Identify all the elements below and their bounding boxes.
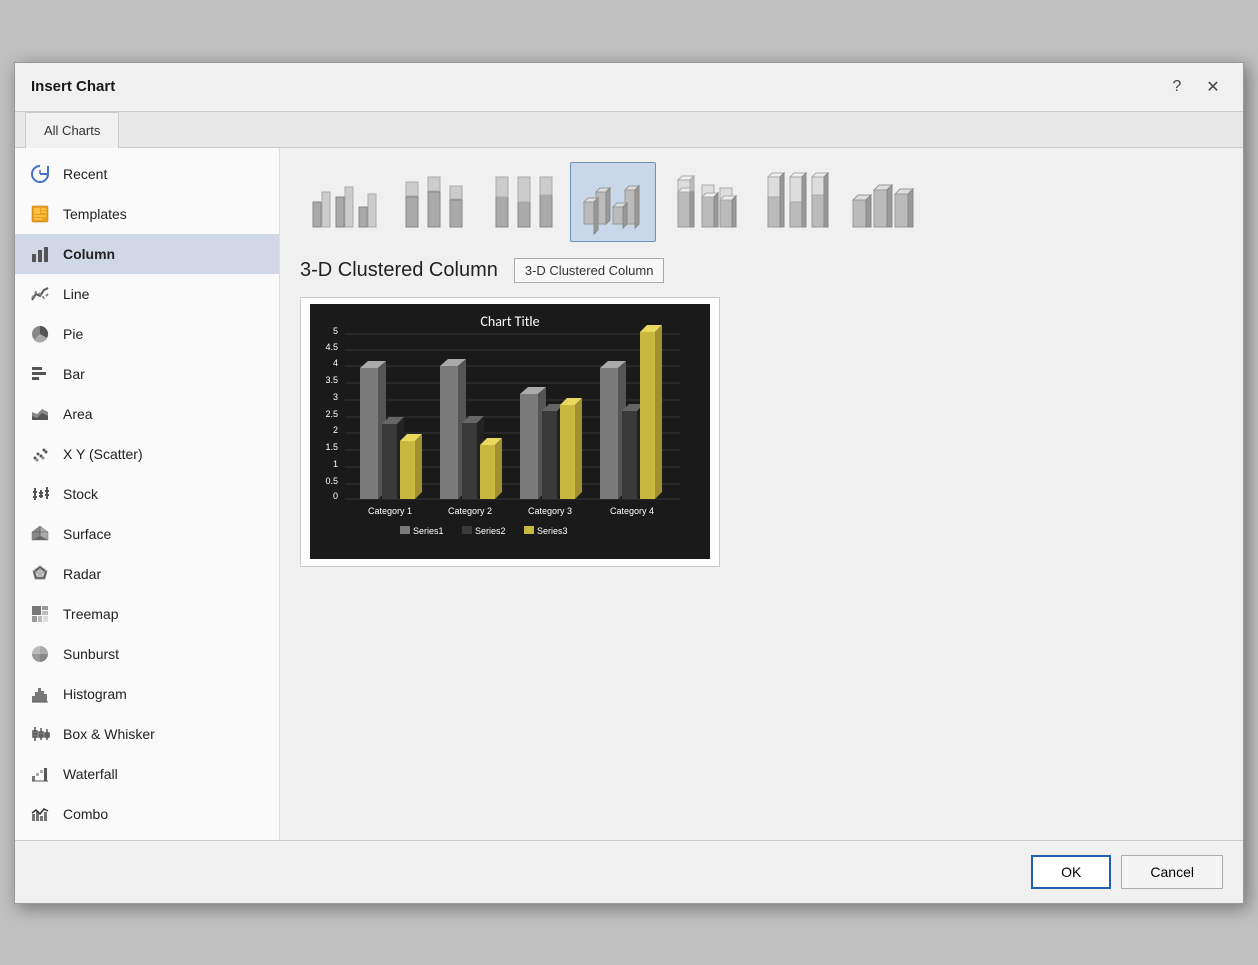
svg-text:Chart Title: Chart Title: [480, 313, 539, 330]
chart-type-3d-clustered-col[interactable]: [570, 162, 656, 242]
svg-text:5: 5: [333, 326, 338, 336]
content-area: 3-D Clustered Column 3-D Clustered Colum…: [280, 148, 1243, 840]
chart-type-3d-100stacked-col[interactable]: [750, 162, 836, 242]
title-bar: Insert Chart ? ✕: [15, 63, 1243, 112]
sidebar-label-templates: Templates: [63, 206, 127, 222]
sidebar-item-area[interactable]: Area: [15, 394, 279, 434]
sidebar-label-histogram: Histogram: [63, 686, 127, 702]
close-button[interactable]: ✕: [1199, 73, 1227, 101]
svg-text:3.5: 3.5: [325, 375, 338, 385]
svg-text:Series1: Series1: [413, 526, 444, 536]
sidebar-label-pie: Pie: [63, 326, 83, 342]
combo-icon: [29, 803, 51, 825]
ok-button[interactable]: OK: [1031, 855, 1111, 889]
sunburst-icon: [29, 643, 51, 665]
radar-icon: [29, 563, 51, 585]
insert-chart-dialog: Insert Chart ? ✕ All Charts Re: [14, 62, 1244, 904]
sidebar-item-boxwhisker[interactable]: Box & Whisker: [15, 714, 279, 754]
sidebar-label-surface: Surface: [63, 526, 111, 542]
chart-name-row: 3-D Clustered Column 3-D Clustered Colum…: [300, 258, 1223, 283]
pie-icon: [29, 323, 51, 345]
svg-text:Category 2: Category 2: [448, 506, 492, 516]
sidebar-label-recent: Recent: [63, 166, 107, 182]
svg-text:Category 4: Category 4: [610, 506, 654, 516]
sidebar-item-histogram[interactable]: Histogram: [15, 674, 279, 714]
chart-preview: Chart Title 0 0.5 1 1.5 2 2.5 3 3.5 4 4.…: [300, 297, 720, 567]
svg-text:1: 1: [333, 459, 338, 469]
cancel-button[interactable]: Cancel: [1121, 855, 1223, 889]
tabs-bar: All Charts: [15, 112, 1243, 148]
chart-type-stacked-col[interactable]: [390, 162, 476, 242]
column-icon: [29, 243, 51, 265]
sidebar-label-combo: Combo: [63, 806, 108, 822]
chart-types-row: [300, 162, 1223, 242]
sidebar-item-pie[interactable]: Pie: [15, 314, 279, 354]
sidebar-item-radar[interactable]: Radar: [15, 554, 279, 594]
sidebar-item-bar[interactable]: Bar: [15, 354, 279, 394]
sidebar-item-treemap[interactable]: Treemap: [15, 594, 279, 634]
sidebar-item-line[interactable]: Line: [15, 274, 279, 314]
preview-chart-svg: Chart Title 0 0.5 1 1.5 2 2.5 3 3.5 4 4.…: [310, 304, 710, 559]
svg-text:0: 0: [333, 491, 338, 501]
sidebar-item-column[interactable]: Column: [15, 234, 279, 274]
sidebar-item-waterfall[interactable]: Waterfall: [15, 754, 279, 794]
svg-text:4: 4: [333, 358, 338, 368]
dialog-body: Recent Templates: [15, 148, 1243, 840]
sidebar-label-waterfall: Waterfall: [63, 766, 118, 782]
dialog-title: Insert Chart: [31, 78, 115, 95]
selected-chart-badge: 3-D Clustered Column: [514, 258, 665, 283]
sidebar-item-templates[interactable]: Templates: [15, 194, 279, 234]
sidebar-label-scatter: X Y (Scatter): [63, 446, 143, 462]
chart-type-100stacked-col[interactable]: [480, 162, 566, 242]
tab-all-charts[interactable]: All Charts: [25, 112, 119, 148]
sidebar-label-boxwhisker: Box & Whisker: [63, 726, 155, 742]
sidebar-label-stock: Stock: [63, 486, 98, 502]
chart-type-3d-stacked-col[interactable]: [660, 162, 746, 242]
sidebar: Recent Templates: [15, 148, 280, 840]
svg-text:4.5: 4.5: [325, 342, 338, 352]
sidebar-item-sunburst[interactable]: Sunburst: [15, 634, 279, 674]
help-button[interactable]: ?: [1163, 73, 1191, 101]
sidebar-item-combo[interactable]: Combo: [15, 794, 279, 834]
sidebar-item-stock[interactable]: Stock: [15, 474, 279, 514]
area-icon: [29, 403, 51, 425]
bar-icon: [29, 363, 51, 385]
sidebar-label-line: Line: [63, 286, 89, 302]
sidebar-item-recent[interactable]: Recent: [15, 154, 279, 194]
sidebar-label-radar: Radar: [63, 566, 101, 582]
title-bar-buttons: ? ✕: [1163, 73, 1227, 101]
svg-text:3: 3: [333, 392, 338, 402]
surface-icon: [29, 523, 51, 545]
svg-text:Category 3: Category 3: [528, 506, 572, 516]
templates-icon: [29, 203, 51, 225]
treemap-icon: [29, 603, 51, 625]
histogram-icon: [29, 683, 51, 705]
sidebar-label-column: Column: [63, 246, 115, 262]
selected-chart-name: 3-D Clustered Column: [300, 259, 498, 282]
boxwhisker-icon: [29, 723, 51, 745]
svg-text:2: 2: [333, 425, 338, 435]
sidebar-label-treemap: Treemap: [63, 606, 119, 622]
chart-type-3d-col[interactable]: [840, 162, 926, 242]
sidebar-label-bar: Bar: [63, 366, 85, 382]
svg-text:Series3: Series3: [537, 526, 568, 536]
svg-text:0.5: 0.5: [325, 476, 338, 486]
svg-text:Series2: Series2: [475, 526, 506, 536]
svg-text:1.5: 1.5: [325, 442, 338, 452]
sidebar-item-scatter[interactable]: X Y (Scatter): [15, 434, 279, 474]
recent-icon: [29, 163, 51, 185]
chart-type-clustered-col[interactable]: [300, 162, 386, 242]
svg-text:2.5: 2.5: [325, 409, 338, 419]
line-icon: [29, 283, 51, 305]
svg-text:Category 1: Category 1: [368, 506, 412, 516]
stock-icon: [29, 483, 51, 505]
sidebar-item-surface[interactable]: Surface: [15, 514, 279, 554]
dialog-footer: OK Cancel: [15, 840, 1243, 903]
sidebar-label-sunburst: Sunburst: [63, 646, 119, 662]
waterfall-icon: [29, 763, 51, 785]
scatter-icon: [29, 443, 51, 465]
sidebar-label-area: Area: [63, 406, 93, 422]
